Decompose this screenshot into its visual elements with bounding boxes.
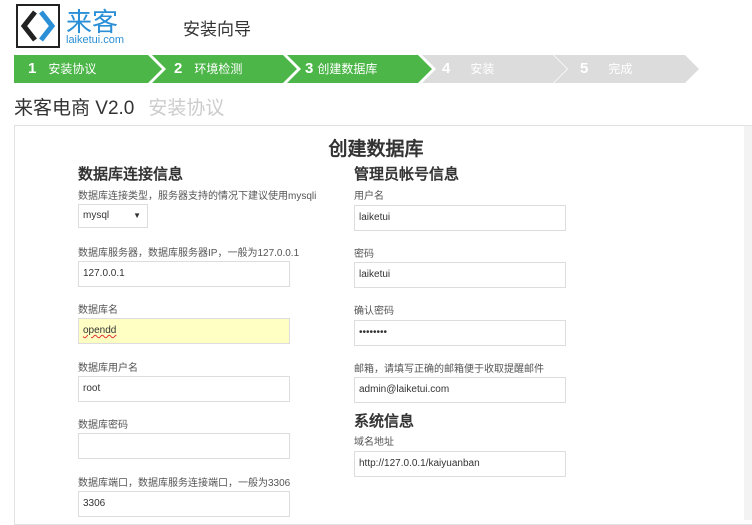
db-heading: 数据库连接信息 [78,166,184,183]
db-host-input[interactable]: 127.0.0.1 [78,261,290,287]
domain-input[interactable]: http://127.0.0.1/kaiyuanban [354,451,566,477]
page-title: 来客电商 V2.0 安装协议 [14,98,225,119]
step-4: 4 安装 [422,55,567,83]
db-pass-label: 数据库密码 [78,420,128,431]
admin-user-label: 用户名 [354,191,384,202]
step-3: 3 创建数据库 [287,55,432,83]
logo-icon [16,4,60,48]
db-type-label: 数据库连接类型，服务器支持的情况下建议使用mysqli [78,191,317,202]
admin-confirm-label: 确认密码 [354,306,394,317]
page-subtitle: 安装协议 [148,98,225,119]
db-user-label: 数据库用户名 [78,363,138,374]
admin-email-input[interactable]: admin@laiketui.com [354,377,566,403]
scrollbar[interactable] [744,126,752,520]
db-name-input[interactable]: opendd [78,318,290,344]
step-bar: 1 安装协议 2 环境检测 3 创建数据库 4 安装 5 完成 [14,55,704,83]
admin-heading: 管理员帐号信息 [354,166,460,183]
db-type-select[interactable]: mysql ▼ [78,204,148,228]
brand-domain: laiketui.com [66,34,125,46]
step-1: 1 安装协议 [14,55,162,83]
db-port-label: 数据库端口，数据库服务连接端口，一般为3306 [78,478,291,489]
db-name-label: 数据库名 [78,305,118,316]
wizard-title: 安装向导 [183,20,251,39]
admin-pass-input[interactable]: laiketui [354,262,566,288]
panel-title: 创建数据库 [328,139,424,160]
db-pass-input[interactable] [78,433,290,459]
step-2: 2 环境检测 [152,55,297,83]
system-heading: 系统信息 [354,413,415,430]
db-port-input[interactable]: 3306 [78,491,290,517]
admin-confirm-input[interactable]: •••••••• [354,320,566,346]
admin-email-label: 邮箱，请填写正确的邮箱便于收取提醒邮件 [354,364,544,375]
admin-user-input[interactable]: laiketui [354,205,566,231]
step-5: 5 完成 [554,55,699,83]
db-host-label: 数据库服务器，数据库服务器IP，一般为127.0.0.1 [78,248,300,259]
dropdown-arrow-icon: ▼ [133,211,141,220]
db-user-input[interactable]: root [78,376,290,402]
domain-label: 域名地址 [354,437,394,448]
admin-pass-label: 密码 [354,249,374,260]
